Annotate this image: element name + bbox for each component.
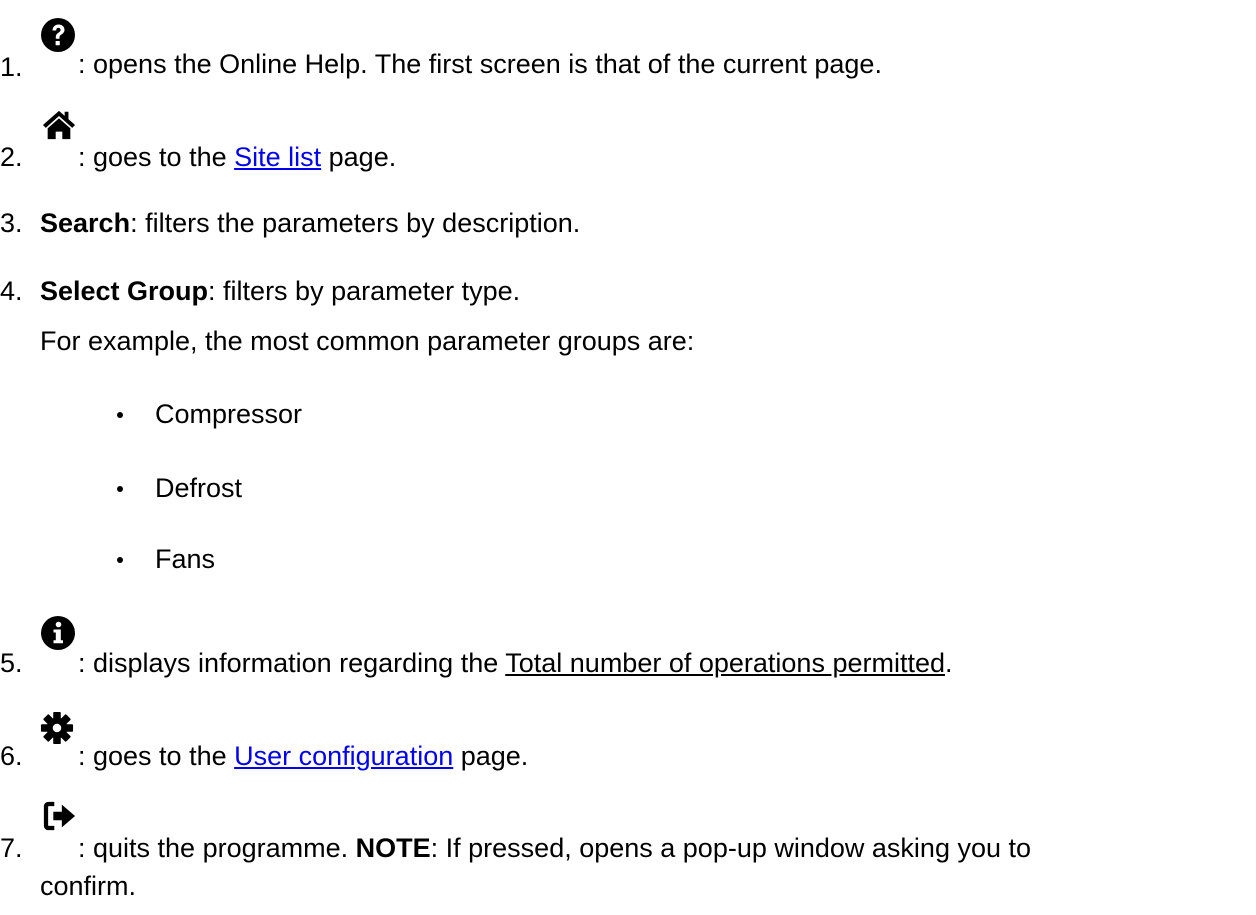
note-label: NOTE [355, 833, 431, 863]
item-text-after: page. [321, 142, 397, 172]
item-text-before: : goes to the [78, 142, 235, 172]
item-number: 2. [0, 142, 23, 172]
select-group-label: Select Group [40, 276, 209, 306]
bullet-item: Defrost [155, 473, 243, 503]
item-text: : goes to the Site list page. [78, 141, 396, 173]
item-text-after: page. [453, 741, 529, 771]
item-text-after: . [945, 648, 953, 678]
sign-out-icon [43, 801, 76, 831]
item-text: : goes to the User configuration page. [78, 740, 528, 772]
item-text: : opens the Online Help. The first scree… [78, 49, 882, 79]
question-circle-icon [41, 18, 75, 52]
bullet-icon [117, 557, 123, 563]
item-text-after: : If pressed, opens a pop-up window aski… [430, 833, 1032, 863]
item-number: 3. [0, 208, 23, 238]
bullet-item: Fans [155, 544, 216, 574]
item-number: 6. [0, 741, 23, 771]
item-text-rest: : filters the parameters by description. [130, 208, 581, 238]
item-number: 4. [0, 276, 23, 306]
item-number: 5. [0, 648, 23, 678]
item-continuation: confirm. [40, 871, 137, 901]
item-number: 7. [0, 833, 23, 863]
bullet-item: Compressor [155, 399, 303, 429]
item-subtext: For example, the most common parameter g… [40, 326, 695, 356]
bullet-icon [117, 412, 123, 418]
item-text: Select Group: filters by parameter type. [40, 275, 520, 307]
item-text-before: : quits the programme. [78, 833, 356, 863]
item-text-before: : goes to the [78, 741, 235, 771]
item-number: 1. [0, 52, 23, 82]
home-icon [42, 110, 76, 140]
item-text-rest: : filters by parameter type. [208, 276, 521, 306]
item-text: : quits the programme. NOTE: If pressed,… [78, 832, 1031, 864]
bullet-icon [117, 486, 123, 492]
search-label: Search [40, 208, 131, 238]
info-circle-icon [41, 616, 75, 650]
site-list-link[interactable]: Site list [234, 142, 321, 172]
item-text: Search: filters the parameters by descri… [40, 207, 580, 239]
gear-icon [40, 711, 74, 745]
user-configuration-link[interactable]: User configuration [234, 741, 453, 771]
total-operations-reference: Total number of operations permitted [505, 648, 945, 678]
item-text-before: : displays information regarding the [78, 648, 506, 678]
item-text: : displays information regarding the Tot… [78, 647, 953, 679]
